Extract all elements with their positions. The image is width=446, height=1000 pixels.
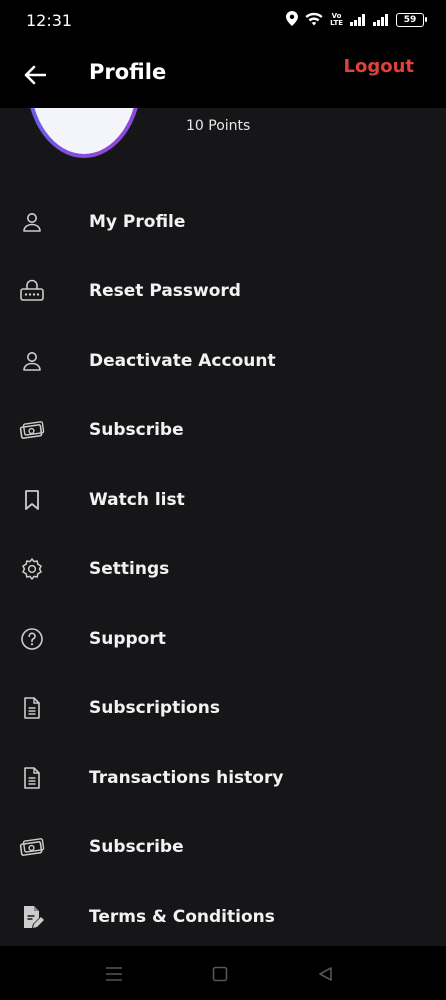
menu-item-label: Settings: [89, 559, 170, 580]
profile-menu: My Profile Reset Password Deactivate Acc…: [0, 187, 446, 946]
app-bar: Profile Logout: [0, 40, 446, 108]
bookmark-icon: [18, 486, 46, 514]
profile-content: 10 Points My Profile Reset Password Deac…: [0, 108, 446, 946]
menu-icon: [106, 967, 122, 981]
menu-item-subscribe[interactable]: Subscribe: [0, 396, 446, 466]
status-bar: 12:31 Vo LTE 59: [0, 0, 446, 40]
page-title: Profile: [89, 60, 167, 84]
menu-item-label: Deactivate Account: [89, 350, 276, 371]
money-icon: [18, 833, 46, 861]
menu-item-label: Terms & Conditions: [89, 906, 275, 927]
menu-item-watch-list[interactable]: Watch list: [0, 465, 446, 535]
triangle-back-icon: [319, 967, 332, 981]
location-icon: [286, 10, 299, 30]
money-icon: [18, 416, 46, 444]
status-time: 12:31: [26, 10, 73, 30]
lock-icon: [18, 277, 46, 305]
back-nav-button[interactable]: [316, 964, 336, 984]
logout-button[interactable]: Logout: [343, 56, 414, 77]
wifi-icon: [305, 11, 323, 30]
person-icon: [18, 347, 46, 375]
menu-item-terms-conditions[interactable]: Terms & Conditions: [0, 882, 446, 946]
menu-item-label: My Profile: [89, 211, 186, 232]
menu-item-subscribe[interactable]: Subscribe: [0, 813, 446, 883]
menu-item-reset-password[interactable]: Reset Password: [0, 257, 446, 327]
menu-item-my-profile[interactable]: My Profile: [0, 187, 446, 257]
person-icon: [18, 208, 46, 236]
menu-item-label: Subscriptions: [89, 698, 220, 719]
help-icon: [18, 625, 46, 653]
system-nav-bar: [0, 946, 446, 1000]
points-label: 10 Points: [186, 118, 251, 134]
document-edit-icon: [18, 903, 46, 931]
menu-item-subscriptions[interactable]: Subscriptions: [0, 674, 446, 744]
signal-icon: [350, 11, 366, 30]
menu-item-label: Reset Password: [89, 281, 241, 302]
menu-item-support[interactable]: Support: [0, 604, 446, 674]
menu-item-settings[interactable]: Settings: [0, 535, 446, 605]
arrow-left-icon: [24, 65, 46, 85]
menu-item-label: Watch list: [89, 489, 185, 510]
document-icon: [18, 694, 46, 722]
gear-icon: [18, 555, 46, 583]
document-icon: [18, 764, 46, 792]
square-icon: [212, 966, 228, 982]
status-icons: Vo LTE 59: [286, 10, 427, 30]
menu-item-label: Subscribe: [89, 420, 184, 441]
recent-apps-button[interactable]: [104, 964, 124, 984]
menu-item-label: Transactions history: [89, 767, 284, 788]
signal-icon: [373, 11, 389, 30]
menu-item-deactivate-account[interactable]: Deactivate Account: [0, 326, 446, 396]
home-button[interactable]: [210, 964, 230, 984]
avatar[interactable]: [26, 108, 142, 158]
volte-label-bottom: LTE: [330, 19, 343, 27]
menu-item-transactions-history[interactable]: Transactions history: [0, 743, 446, 813]
menu-item-label: Support: [89, 628, 166, 649]
volte-indicator: Vo LTE: [330, 13, 343, 27]
back-button[interactable]: [22, 62, 48, 88]
battery-icon: 59: [396, 13, 427, 27]
menu-item-label: Subscribe: [89, 837, 184, 858]
